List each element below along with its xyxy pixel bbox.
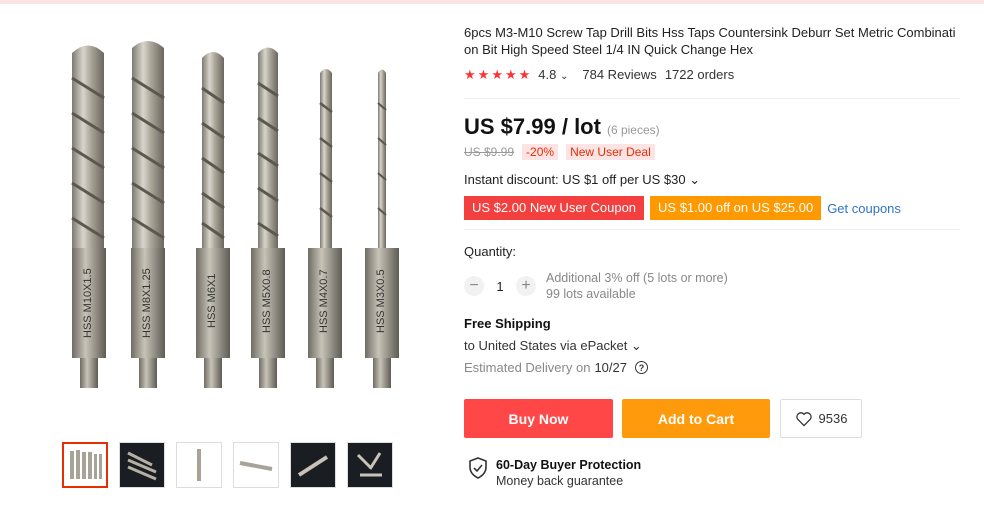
discount-badge: -20% (522, 144, 559, 160)
estimated-delivery: Estimated Delivery on 10/27 ? (464, 360, 648, 375)
thumbnail-bit-dark-icon (297, 455, 329, 477)
buyer-protection: 60-Day Buyer Protection Money back guara… (468, 457, 641, 489)
thumbnail-4[interactable] (233, 442, 279, 488)
current-price: US $7.99 / lot (464, 114, 601, 139)
available-lots: 99 lots available (546, 287, 636, 301)
drill-bit-m6: HSS M6X1 (196, 52, 230, 388)
thumbnail-bits-scatter-icon (356, 452, 382, 477)
original-price-row: US $9.99 -20% New User Deal (464, 144, 655, 160)
quantity-info: Additional 3% off (5 lots or more) 99 lo… (546, 270, 728, 302)
quantity-value[interactable]: 1 (484, 279, 516, 294)
star-icon: ★ (491, 67, 503, 82)
star-icon: ★ (504, 67, 517, 82)
quantity-label: Quantity: (464, 244, 517, 259)
divider (464, 229, 960, 230)
quantity-stepper: − 1 + Additional 3% off (5 lots or more)… (464, 270, 728, 302)
get-coupons-link[interactable]: Get coupons (827, 201, 901, 216)
delivery-label: Estimated Delivery on (464, 360, 591, 375)
reviews-count[interactable]: 784 Reviews (582, 67, 656, 82)
rating-value[interactable]: 4.8 ⌄ (538, 67, 568, 82)
svg-text:HSS M4X0.7: HSS M4X0.7 (318, 269, 330, 333)
star-icon: ★ (464, 67, 476, 82)
help-icon[interactable]: ? (635, 361, 648, 374)
rating-stars: ★ ★ ★ ★ ★ (464, 68, 530, 81)
heart-icon (795, 411, 812, 426)
drill-bit-m8: HSS M8X1.25 (131, 41, 165, 388)
orders-count: 1722 orders (664, 67, 735, 82)
shipping-destination[interactable]: to United States via ePacket ⌄ (464, 338, 642, 354)
protection-title: 60-Day Buyer Protection (496, 458, 642, 472)
add-to-cart-button[interactable]: Add to Cart (622, 399, 770, 438)
coupons-row: US $2.00 New User Coupon US $1.00 off on… (464, 196, 901, 220)
thumbnail-strip (62, 442, 393, 488)
drill-bit-m3: HSS M3X0.5 (365, 69, 399, 388)
thumbnail-5[interactable] (290, 442, 336, 488)
increase-quantity-button[interactable]: + (516, 276, 536, 296)
thumbnail-bit-horizontal-icon (239, 461, 273, 471)
thumbnail-6[interactable] (347, 442, 393, 488)
pieces-count: (6 pieces) (606, 123, 660, 137)
decrease-quantity-button[interactable]: − (464, 276, 484, 296)
new-user-coupon[interactable]: US $2.00 New User Coupon (464, 196, 645, 220)
drill-bit-m5: HSS M5X0.8 (251, 47, 285, 388)
bulk-discount-note: Additional 3% off (5 lots or more) (546, 271, 728, 285)
instant-discount[interactable]: Instant discount: US $1 off per US $30 ⌄ (464, 172, 700, 188)
main-product-image[interactable]: HSS M10X1.5 HSS M8X1.25 HSS M6X1 HSS M5X… (32, 18, 432, 418)
top-strip (0, 0, 984, 4)
buy-now-button[interactable]: Buy Now (464, 399, 613, 438)
thumbnail-bits-diagonal-icon (127, 451, 157, 481)
original-price: US $9.99 (464, 145, 515, 159)
product-title: 6pcs M3-M10 Screw Tap Drill Bits Hss Tap… (464, 25, 956, 57)
thumbnail-3[interactable] (176, 442, 222, 488)
chevron-down-icon: ⌄ (559, 71, 569, 82)
svg-text:HSS M5X0.8: HSS M5X0.8 (261, 269, 273, 333)
delivery-date: 10/27 (594, 360, 627, 375)
divider (464, 98, 960, 99)
svg-text:HSS M6X1: HSS M6X1 (206, 274, 218, 328)
shipping-title: Free Shipping (464, 316, 551, 331)
rating-row: ★ ★ ★ ★ ★ 4.8 ⌄ 784 Reviews 1722 orders (464, 67, 734, 82)
thumbnail-single-bit-icon (197, 449, 201, 481)
wishlist-button[interactable]: 9536 (780, 399, 862, 438)
drill-bit-m4: HSS M4X0.7 (308, 69, 342, 388)
svg-text:HSS M10X1.5: HSS M10X1.5 (82, 268, 94, 338)
drill-bit-m10: HSS M10X1.5 (71, 45, 106, 388)
thumbnail-2[interactable] (119, 442, 165, 488)
protection-subtitle: Money back guarantee (496, 474, 624, 488)
price-row: US $7.99 / lot (6 pieces) (464, 114, 660, 140)
svg-text:HSS M8X1.25: HSS M8X1.25 (141, 268, 153, 338)
shield-check-icon (469, 457, 487, 479)
store-coupon[interactable]: US $1.00 off on US $25.00 (650, 196, 822, 220)
new-user-deal-badge: New User Deal (566, 144, 655, 160)
wishlist-count: 9536 (818, 411, 848, 426)
star-icon: ★ (518, 67, 531, 82)
drill-bits-illustration: HSS M10X1.5 HSS M8X1.25 HSS M6X1 HSS M5X… (71, 41, 399, 388)
thumbnail-1[interactable] (62, 442, 108, 488)
thumbnail-bits-icon (70, 450, 102, 479)
star-icon: ★ (477, 67, 490, 82)
svg-text:HSS M3X0.5: HSS M3X0.5 (375, 269, 387, 333)
